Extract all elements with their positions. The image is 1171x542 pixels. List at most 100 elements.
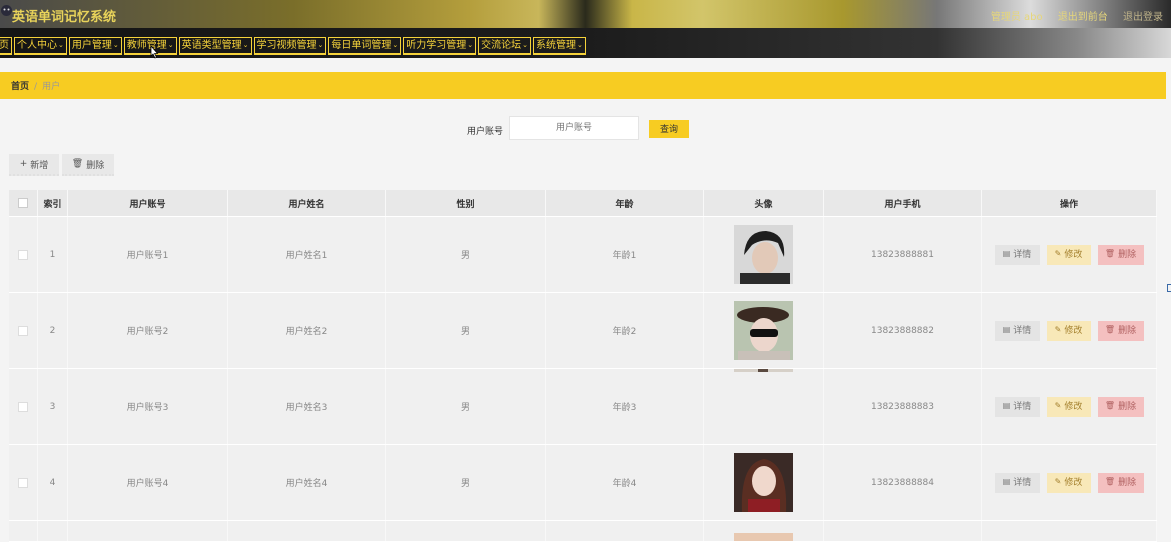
select-all-checkbox[interactable] [18, 198, 28, 208]
chevron-down-icon: ⌄ [522, 41, 528, 49]
row-checkbox[interactable] [18, 325, 28, 336]
nav-item-listening-management[interactable]: 听力学习管理 ⌄ [403, 37, 477, 55]
nav-item-daily-word-management[interactable]: 每日单词管理 ⌄ [328, 37, 402, 55]
header-user-area: 管理员 abo 退出到前台 退出登录 [979, 8, 1163, 23]
cell-account: 用户账号2 [68, 293, 228, 368]
breadcrumb-bar: 首页 / 用户 [0, 72, 1166, 99]
nav-item-personal-center[interactable]: 个人中心 ⌄ [14, 37, 67, 55]
document-icon: ▤ [1002, 325, 1011, 334]
add-button[interactable]: + 新增 [9, 154, 59, 176]
admin-label: 管理员 abo [990, 12, 1043, 23]
avatar-image [734, 369, 793, 372]
top-header: 英语单词记忆系统 管理员 abo 退出到前台 退出登录 [0, 0, 1171, 28]
search-input[interactable] [509, 116, 639, 140]
header-actions: 操作 [982, 190, 1157, 216]
nav-item-video-management[interactable]: 学习视频管理 ⌄ [253, 37, 327, 55]
row-checkbox[interactable] [18, 249, 28, 260]
cell-phone: 13823888882 [824, 293, 982, 368]
delete-button[interactable]: 🗑 删除 [1097, 396, 1144, 417]
table-header-row: 索引 用户账号 用户姓名 性别 年龄 头像 用户手机 操作 [9, 190, 1157, 217]
plus-icon: + [19, 159, 28, 169]
cell-account: 用户账号1 [68, 217, 228, 292]
nav-item-forum[interactable]: 交流论坛 ⌄ [478, 37, 531, 55]
header-sex: 性别 [386, 190, 546, 216]
cell-sex: 男 [386, 293, 546, 368]
cell-index: 2 [38, 293, 68, 368]
search-button[interactable]: 查询 [649, 120, 689, 138]
mouse-pointer-icon [150, 45, 159, 59]
detail-button[interactable]: ▤ 详情 [994, 320, 1040, 341]
breadcrumb-home[interactable]: 首页 [11, 82, 29, 92]
document-icon: ▤ [1002, 401, 1011, 410]
trash-icon: 🗑 [1104, 249, 1116, 258]
delete-button[interactable]: 🗑 删除 [1097, 320, 1144, 341]
cell-age: 年龄4 [546, 445, 704, 520]
header-name: 用户姓名 [228, 190, 386, 216]
header-phone: 用户手机 [824, 190, 982, 216]
avatar-image [734, 301, 793, 360]
cell-index: 4 [38, 445, 68, 520]
cell-name: 用户姓名4 [228, 445, 386, 520]
breadcrumb: 首页 / 用户 [11, 79, 60, 92]
cell-sex: 男 [386, 217, 546, 292]
table-row: 3 用户账号3 用户姓名3 男 年龄3 13823888883 ▤ 详情 ✎ 修改 … [9, 369, 1157, 445]
logout-link[interactable]: 退出登录 [1123, 12, 1163, 23]
edit-button[interactable]: ✎ 修改 [1046, 396, 1091, 417]
chevron-down-icon: ⌄ [167, 41, 174, 49]
document-icon: ▤ [1002, 477, 1011, 486]
scroll-indicator [1167, 284, 1171, 292]
batch-delete-button[interactable]: 🗑 删除 [62, 154, 114, 176]
chevron-down-icon: ⌄ [58, 41, 64, 49]
nav-item-english-type-management[interactable]: 英语类型管理 ⌄ [178, 37, 252, 55]
cell-sex: 男 [386, 369, 546, 444]
cell-index: 3 [38, 369, 68, 444]
edit-button[interactable]: ✎ 修改 [1046, 320, 1091, 341]
chevron-down-icon: ⌄ [392, 41, 399, 49]
site-title: 英语单词记忆系统 [12, 10, 117, 25]
cell-sex: 男 [386, 445, 546, 520]
breadcrumb-separator: / [34, 82, 38, 92]
chevron-down-icon: ⌄ [317, 41, 324, 49]
table-row: 2 用户账号2 用户姓名2 男 年龄2 13823888882 ▤ 详情 ✎ 修改 … [9, 293, 1157, 369]
table-row: 1 用户账号1 用户姓名1 男 年龄1 13823888881 ▤ 详情 ✎ 修改 … [9, 217, 1157, 293]
trash-icon: 🗑 [71, 159, 84, 169]
nav-item-user-management[interactable]: 用户管理 ⌄ [68, 37, 122, 55]
cell-index: 1 [38, 217, 68, 292]
table-row: 4 用户账号4 用户姓名4 男 年龄4 13823888884 ▤ 详情 ✎ 修改 … [9, 445, 1157, 521]
header-index: 索引 [38, 190, 68, 216]
delete-button[interactable]: 🗑 删除 [1097, 244, 1144, 265]
pencil-icon: ✎ [1054, 249, 1062, 258]
cell-phone: 13823888883 [824, 369, 982, 444]
detail-button[interactable]: ▤ 详情 [994, 244, 1040, 265]
avatar-image [734, 225, 793, 284]
cell-age: 年龄2 [546, 293, 704, 368]
header-avatar: 头像 [704, 190, 824, 216]
pencil-icon: ✎ [1054, 401, 1062, 410]
cell-phone: 13823888884 [824, 445, 982, 520]
row-checkbox[interactable] [18, 401, 28, 412]
cell-name: 用户姓名1 [228, 217, 386, 292]
back-to-frontend-link[interactable]: 退出到前台 [1058, 12, 1108, 23]
document-icon: ▤ [1002, 249, 1011, 258]
detail-button[interactable]: ▤ 详情 [994, 472, 1040, 493]
search-label: 用户账号 [467, 127, 504, 137]
cell-age: 年龄3 [546, 369, 704, 444]
edit-button[interactable]: ✎ 修改 [1046, 472, 1091, 493]
trash-icon: 🗑 [1104, 401, 1116, 410]
row-checkbox[interactable] [18, 477, 28, 488]
chevron-down-icon: ⌄ [467, 41, 474, 49]
nav-item-system-management[interactable]: 系统管理 ⌄ [533, 37, 586, 55]
cell-account: 用户账号3 [68, 369, 228, 444]
user-table: 索引 用户账号 用户姓名 性别 年龄 头像 用户手机 操作 1 用户账号1 用户… [9, 190, 1157, 542]
delete-button[interactable]: 🗑 删除 [1097, 472, 1144, 493]
chevron-down-icon: ⌄ [577, 41, 583, 49]
header-account: 用户账号 [68, 190, 228, 216]
nav-item-home[interactable]: 页 [0, 37, 12, 55]
edit-button[interactable]: ✎ 修改 [1046, 244, 1091, 265]
header-age: 年龄 [546, 190, 704, 216]
detail-button[interactable]: ▤ 详情 [994, 396, 1040, 417]
cell-age: 年龄1 [546, 217, 704, 292]
chevron-down-icon: ⌄ [242, 41, 249, 49]
pencil-icon: ✎ [1054, 325, 1062, 334]
trash-icon: 🗑 [1104, 477, 1116, 486]
